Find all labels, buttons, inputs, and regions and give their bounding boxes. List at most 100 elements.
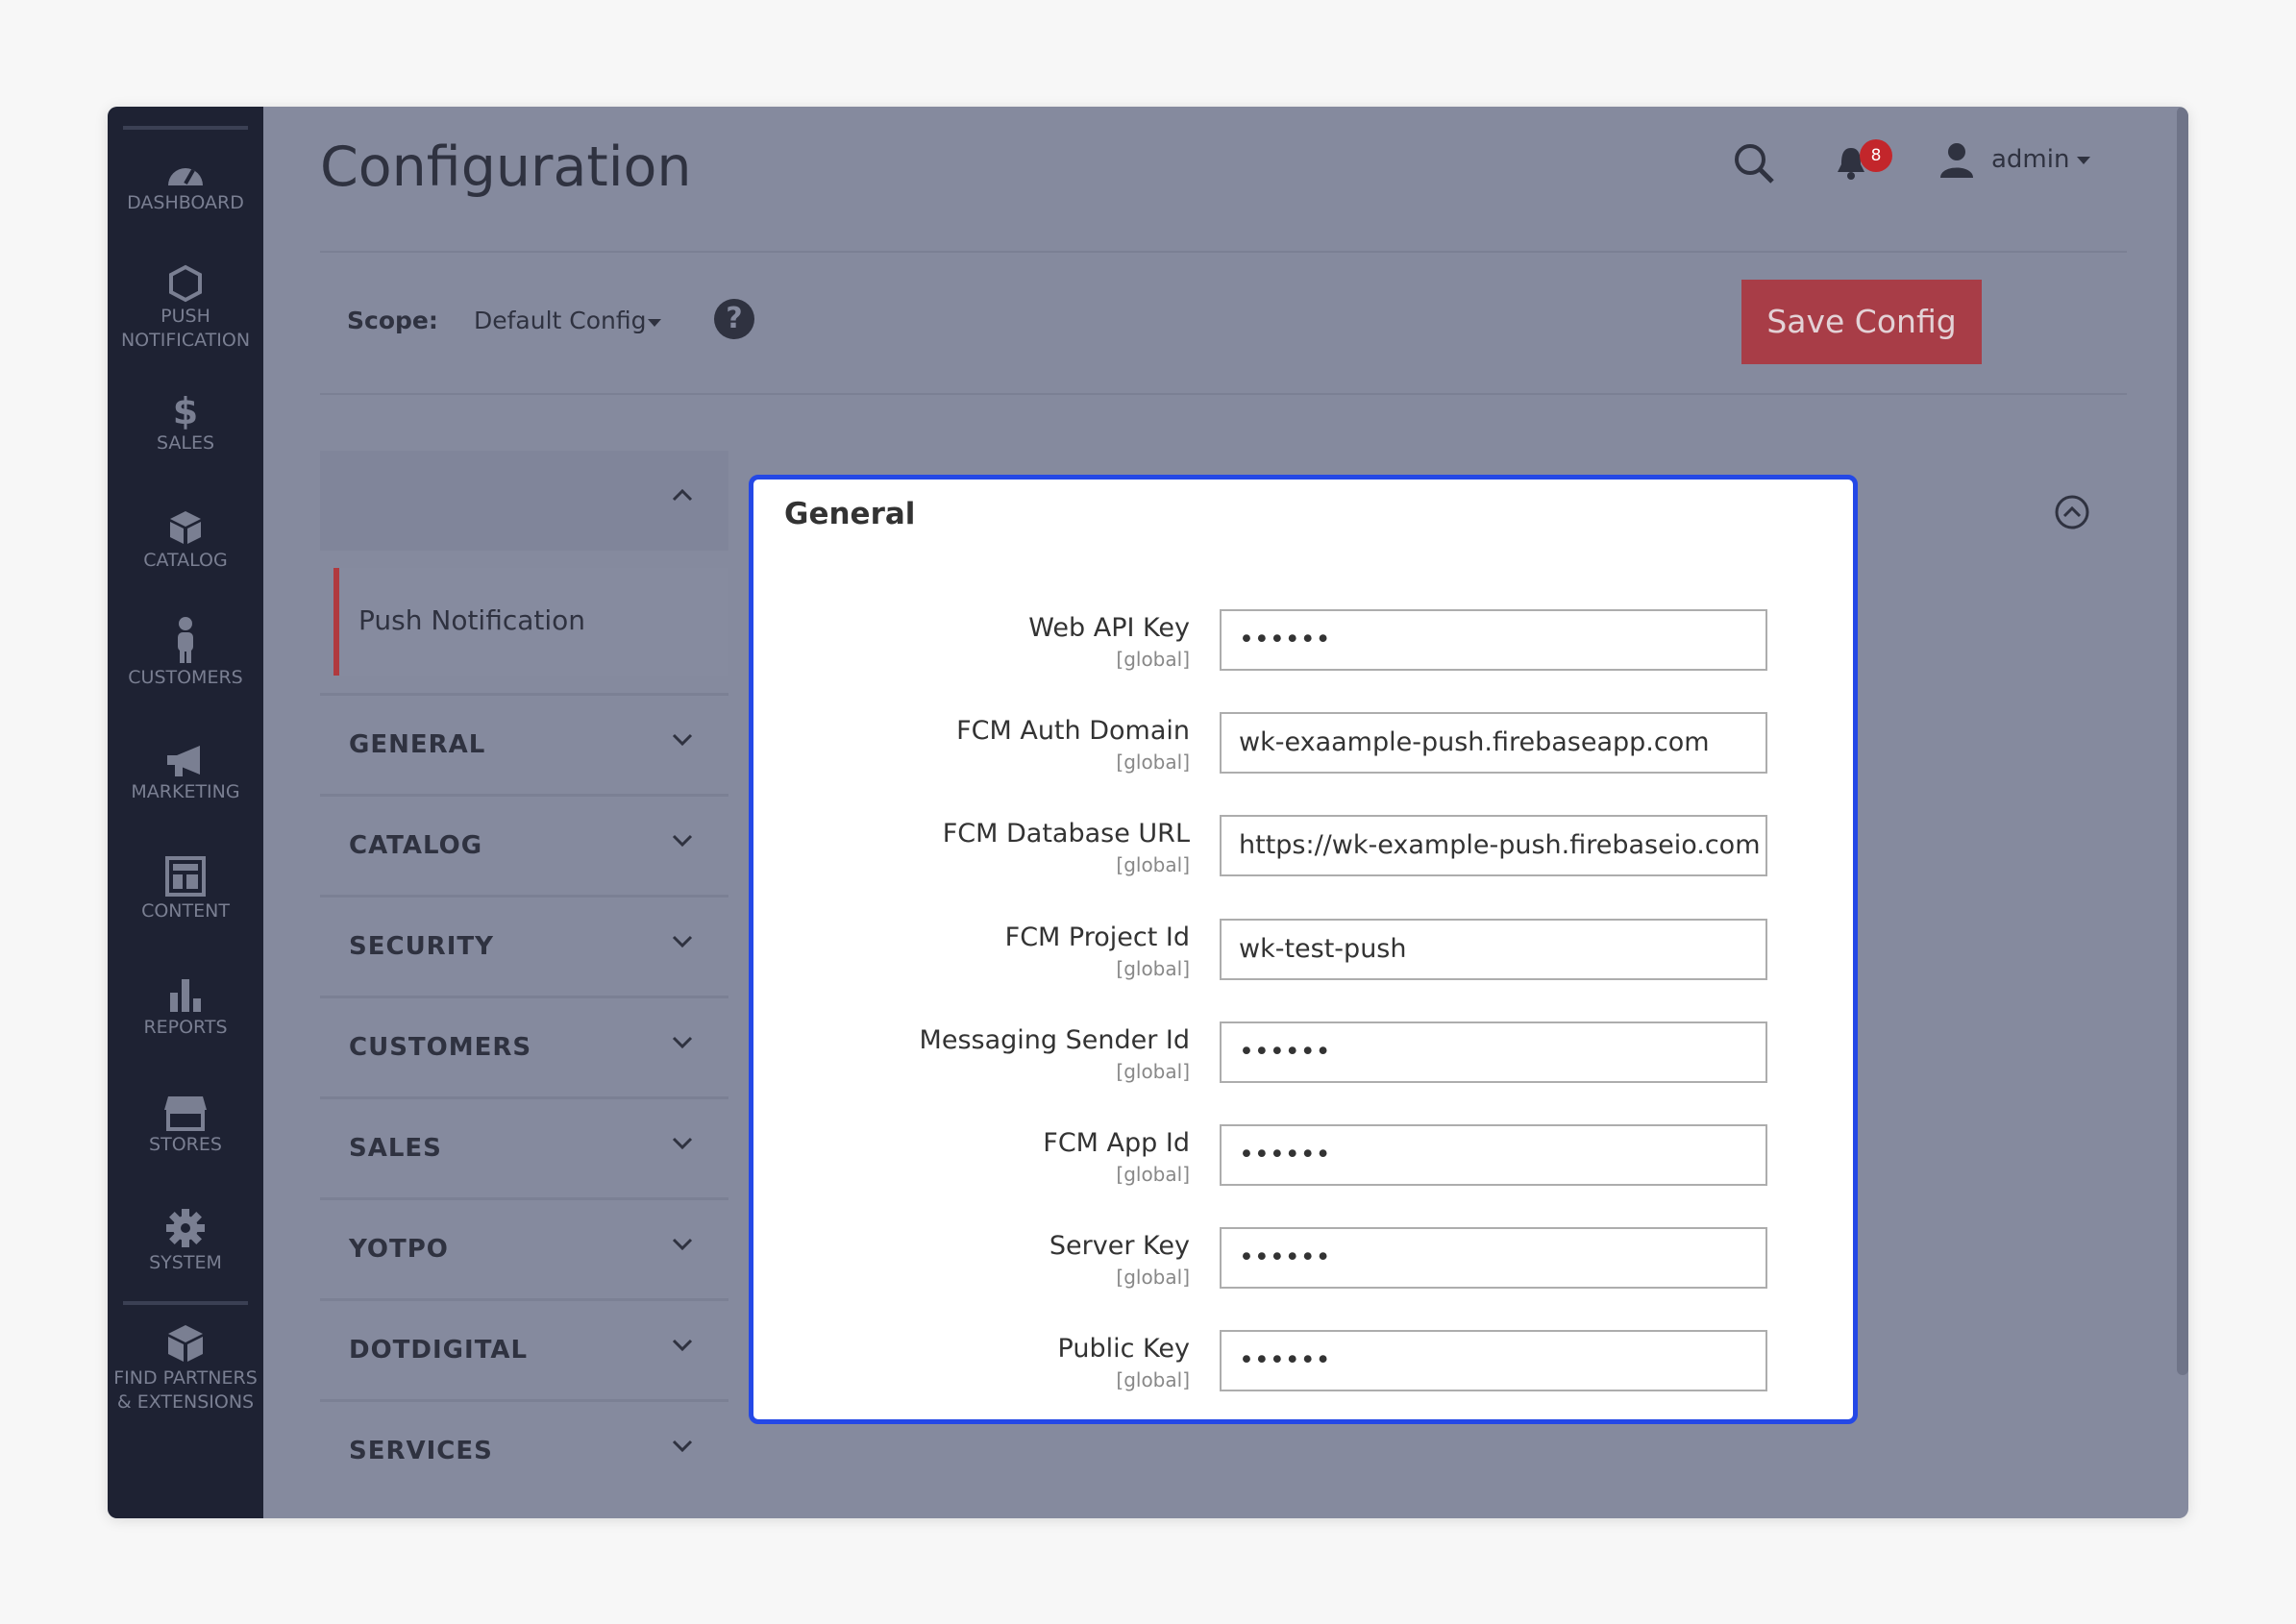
chevron-down-icon	[672, 1238, 693, 1251]
tab-section-yotpo[interactable]: YOTPO	[320, 1197, 728, 1298]
nav-item-catalog[interactable]: CATALOG	[108, 508, 263, 573]
field-fcm-app-id: FCM App Id [global] ••••••	[753, 1124, 1853, 1188]
nav-item-push-notification[interactable]: PUSH NOTIFICATION	[108, 264, 263, 353]
field-scope: [global]	[1116, 750, 1190, 774]
dashboard-icon	[168, 168, 203, 185]
web-api-key-input[interactable]: ••••••	[1220, 609, 1767, 671]
notification-count-badge: 8	[1860, 139, 1892, 172]
nav-label: PUSH NOTIFICATION	[120, 306, 251, 351]
main-navigation: DASHBOARD PUSH NOTIFICATION $ SALES CATA…	[108, 107, 263, 1518]
tab-label: Push Notification	[358, 604, 586, 636]
field-label: Server Key	[1049, 1231, 1190, 1261]
chevron-down-icon	[672, 834, 693, 848]
panel-title[interactable]: General	[784, 497, 915, 531]
field-label: FCM Project Id	[1004, 923, 1190, 952]
chevron-up-icon	[672, 488, 693, 502]
nav-label: STORES	[149, 1134, 222, 1155]
fcm-database-url-input[interactable]: https://wk-example-push.firebaseio.com	[1220, 815, 1767, 876]
nav-item-sales[interactable]: $ SALES	[108, 391, 263, 455]
box-icon	[170, 511, 201, 544]
nav-label: SALES	[156, 432, 215, 454]
tab-section-label: DOTDIGITAL	[349, 1336, 529, 1365]
nav-item-dashboard[interactable]: DASHBOARD	[108, 157, 263, 215]
field-messaging-sender-id: Messaging Sender Id [global] ••••••	[753, 1021, 1853, 1085]
nav-item-customers[interactable]: CUSTOMERS	[108, 616, 263, 690]
chevron-down-icon	[672, 1439, 693, 1453]
nav-label: CONTENT	[141, 900, 230, 922]
chevron-down-icon	[672, 1339, 693, 1352]
tab-section-security[interactable]: SECURITY	[320, 895, 728, 996]
field-scope: [global]	[1116, 853, 1190, 876]
chevron-down-icon	[672, 733, 693, 747]
megaphone-icon	[167, 746, 200, 776]
tab-section-dotdigital[interactable]: DOTDIGITAL	[320, 1298, 728, 1399]
tab-group-header[interactable]	[320, 451, 728, 551]
save-config-button[interactable]: Save Config	[1741, 280, 1982, 364]
tab-section-label: SECURITY	[349, 932, 494, 961]
tab-section-catalog[interactable]: CATALOG	[320, 794, 728, 895]
nav-label: SYSTEM	[149, 1252, 222, 1273]
field-public-key: Public Key [global] ••••••	[753, 1330, 1853, 1393]
collapse-section-icon[interactable]	[2053, 493, 2091, 531]
field-fcm-database-url: FCM Database URL [global] https://wk-exa…	[753, 815, 1853, 878]
nav-item-stores[interactable]: STORES	[108, 1095, 263, 1157]
scope-label: Scope:	[347, 307, 438, 334]
tab-section-label: YOTPO	[349, 1235, 449, 1264]
nav-label: CUSTOMERS	[128, 667, 243, 688]
messaging-sender-id-input[interactable]: ••••••	[1220, 1021, 1767, 1083]
tab-section-label: CATALOG	[349, 831, 483, 860]
fcm-auth-domain-input[interactable]: wk-exaample-push.firebaseapp.com	[1220, 712, 1767, 774]
fcm-app-id-input[interactable]: ••••••	[1220, 1124, 1767, 1186]
public-key-input[interactable]: ••••••	[1220, 1330, 1767, 1391]
page-title: Configuration	[320, 135, 692, 199]
field-scope: [global]	[1116, 1060, 1190, 1083]
nav-label: MARKETING	[131, 781, 240, 802]
chevron-down-icon[interactable]	[2077, 157, 2090, 164]
user-menu-name[interactable]: admin	[1991, 145, 2069, 174]
field-scope: [global]	[1116, 1266, 1190, 1289]
page-scrollbar[interactable]	[2177, 107, 2188, 1375]
nav-label: REPORTS	[143, 1017, 228, 1038]
hexagon-icon	[169, 264, 202, 303]
fcm-project-id-input[interactable]: wk-test-push	[1220, 919, 1767, 980]
user-icon[interactable]	[1938, 141, 1976, 180]
nav-item-content[interactable]: CONTENT	[108, 855, 263, 923]
tab-section-sales[interactable]: SALES	[320, 1096, 728, 1197]
tab-section-label: GENERAL	[349, 730, 486, 759]
field-label: Messaging Sender Id	[919, 1025, 1190, 1055]
field-label: Web API Key	[1028, 613, 1190, 643]
nav-item-reports[interactable]: REPORTS	[108, 975, 263, 1040]
tab-section-label: SERVICES	[349, 1437, 493, 1465]
chevron-down-icon	[672, 1036, 693, 1049]
field-label: FCM Auth Domain	[956, 716, 1190, 746]
tab-section-general[interactable]: GENERAL	[320, 693, 728, 794]
tab-section-label: CUSTOMERS	[349, 1033, 532, 1062]
scope-switcher[interactable]: Default Config	[474, 307, 647, 334]
field-fcm-auth-domain: FCM Auth Domain [global] wk-exaample-pus…	[753, 712, 1853, 775]
chevron-down-icon[interactable]	[648, 319, 661, 327]
tab-push-notification[interactable]: Push Notification	[333, 568, 728, 676]
nav-item-system[interactable]: SYSTEM	[108, 1207, 263, 1275]
bar-chart-icon	[170, 979, 201, 1012]
search-icon[interactable]	[1732, 141, 1776, 185]
tab-section-customers[interactable]: CUSTOMERS	[320, 996, 728, 1096]
chevron-down-icon	[672, 935, 693, 948]
tab-section-services[interactable]: SERVICES	[320, 1399, 728, 1500]
gear-icon	[166, 1209, 205, 1247]
server-key-input[interactable]: ••••••	[1220, 1227, 1767, 1289]
svg-text:$: $	[173, 391, 198, 430]
cube-icon	[168, 1325, 203, 1362]
field-label: FCM Database URL	[942, 819, 1190, 849]
field-label: Public Key	[1057, 1334, 1190, 1364]
field-label: FCM App Id	[1043, 1128, 1190, 1158]
field-web-api-key: Web API Key [global] ••••••	[753, 609, 1853, 673]
field-scope: [global]	[1116, 648, 1190, 671]
nav-item-find-partners[interactable]: FIND PARTNERS & EXTENSIONS	[108, 1322, 263, 1415]
nav-item-marketing[interactable]: MARKETING	[108, 744, 263, 804]
nav-label: CATALOG	[143, 550, 228, 571]
field-scope: [global]	[1116, 1163, 1190, 1186]
storefront-icon	[164, 1096, 207, 1131]
help-icon[interactable]: ?	[714, 299, 754, 339]
field-fcm-project-id: FCM Project Id [global] wk-test-push	[753, 919, 1853, 982]
config-tabs: Push Notification GENERAL CATALOG SECURI…	[320, 451, 728, 1500]
